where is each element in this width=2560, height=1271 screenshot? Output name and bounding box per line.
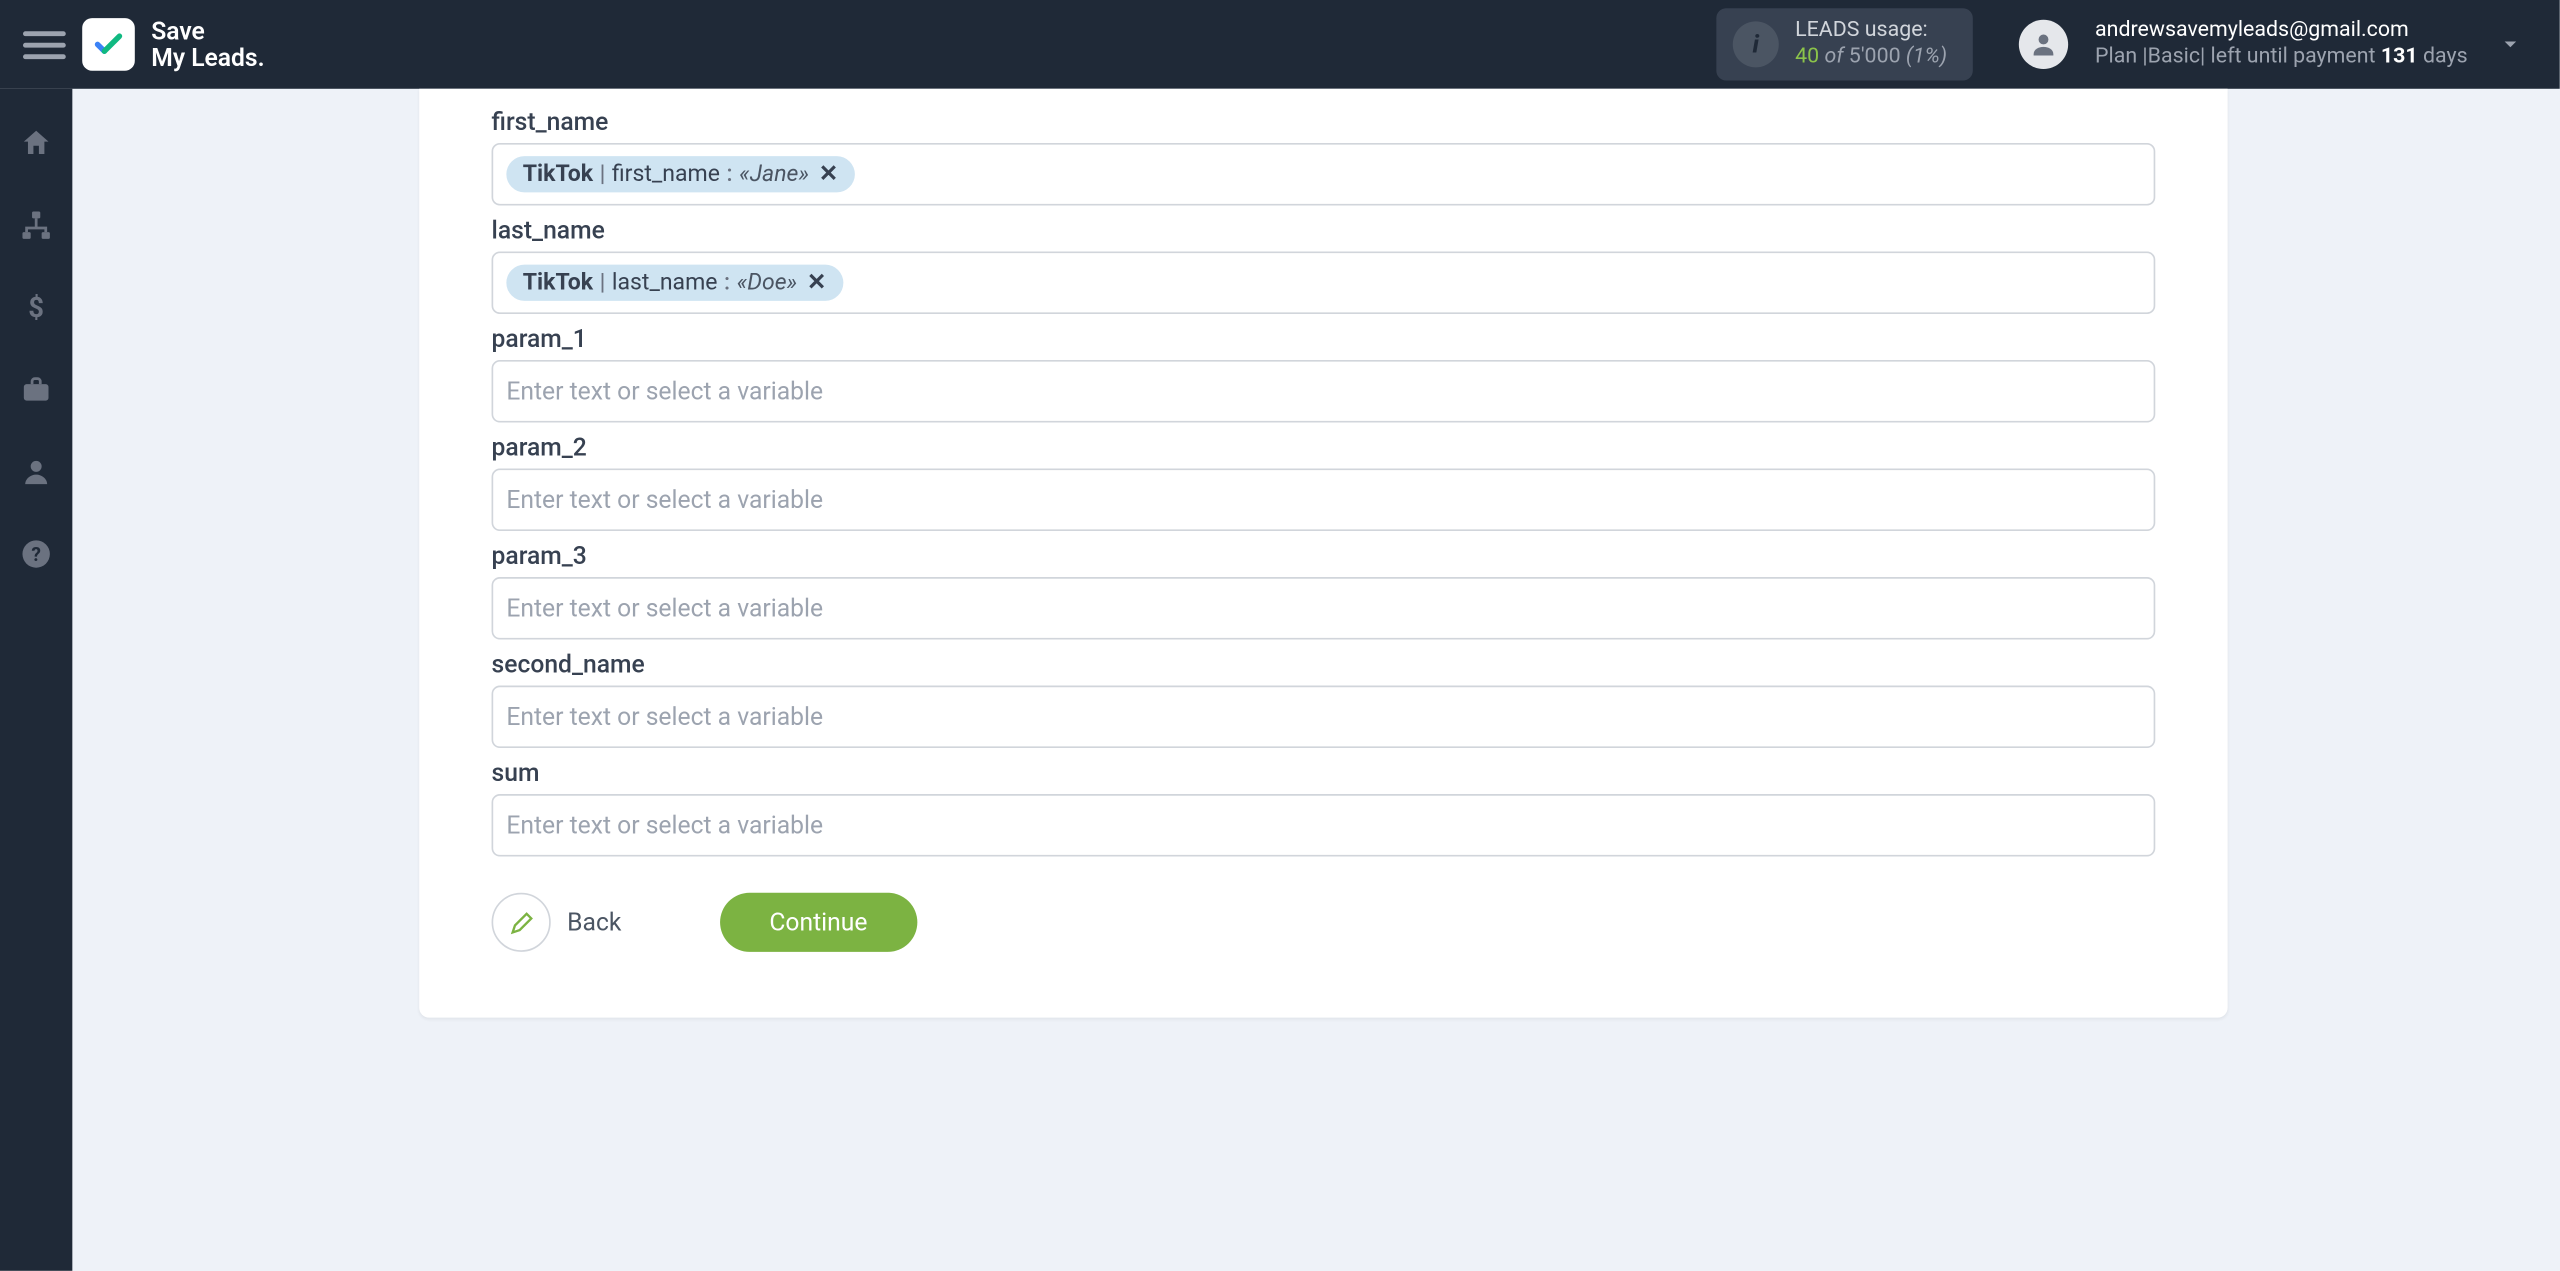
account-plan: Plan |Basic| left until payment 131 days [2095,44,2468,71]
usage-values: 40 of 5'000 (1%) [1795,44,1947,71]
chip-source: TikTok [523,270,593,296]
svg-text:$: $ [28,292,44,324]
form-field: param_2 [492,432,2156,531]
chip-remove-icon[interactable]: ✕ [819,161,838,187]
pencil-icon [492,893,551,952]
home-icon[interactable] [18,125,54,161]
avatar-icon[interactable] [2019,20,2068,69]
form-actions: Back Continue [492,893,2156,952]
field-input[interactable]: TikTok | first_name: «Jane»✕ [492,143,2156,205]
brand-line2: My Leads. [151,44,264,71]
chip-remove-icon[interactable]: ✕ [807,270,826,296]
text-input[interactable] [506,702,2140,732]
chip-source: TikTok [523,161,593,187]
form-field: sum [492,758,2156,857]
menu-icon[interactable] [23,23,66,66]
info-icon: i [1733,21,1779,67]
top-bar: Save My Leads. i LEADS usage: 40 of 5'00… [0,0,2560,89]
back-label: Back [567,907,621,937]
field-input[interactable] [492,686,2156,748]
field-label: param_1 [492,324,2156,354]
logo-icon[interactable] [82,18,135,71]
variable-chip[interactable]: TikTok | first_name: «Jane»✕ [506,156,854,192]
field-input[interactable] [492,360,2156,422]
help-icon[interactable]: ? [18,536,54,572]
sitemap-icon[interactable] [18,207,54,243]
form-card: first_nameTikTok | first_name: «Jane»✕la… [419,89,2227,1018]
text-input[interactable] [506,593,2140,623]
chip-value: «Doe» [737,270,797,296]
chip-key: last_name [612,270,718,296]
form-field: first_nameTikTok | first_name: «Jane»✕ [492,107,2156,206]
field-input[interactable]: TikTok | last_name: «Doe»✕ [492,252,2156,314]
brand-text: Save My Leads. [151,17,264,71]
field-label: first_name [492,107,2156,137]
back-button[interactable]: Back [492,893,622,952]
continue-button[interactable]: Continue [720,893,917,952]
account-email: andrewsavemyleads@gmail.com [2095,18,2468,45]
chevron-down-icon[interactable] [2484,33,2537,56]
field-label: param_3 [492,541,2156,571]
dollar-icon[interactable]: $ [18,289,54,325]
text-input[interactable] [506,810,2140,840]
usage-badge: i LEADS usage: 40 of 5'000 (1%) [1716,8,1973,81]
briefcase-icon[interactable] [18,372,54,408]
form-field: second_name [492,649,2156,748]
usage-label: LEADS usage: [1795,18,1947,45]
account-block[interactable]: andrewsavemyleads@gmail.com Plan |Basic|… [2095,18,2468,71]
field-label: second_name [492,649,2156,679]
field-label: last_name [492,215,2156,245]
field-label: param_2 [492,432,2156,462]
svg-text:?: ? [31,543,41,566]
variable-chip[interactable]: TikTok | last_name: «Doe»✕ [506,265,842,301]
text-input[interactable] [506,485,2140,515]
brand-line1: Save [151,17,264,44]
form-field: param_3 [492,541,2156,640]
form-field: param_1 [492,324,2156,423]
user-icon[interactable] [18,454,54,490]
field-input[interactable] [492,469,2156,531]
text-input[interactable] [506,376,2140,406]
field-label: sum [492,758,2156,788]
chip-key: first_name [612,161,720,187]
chip-value: «Jane» [739,161,809,187]
field-input[interactable] [492,794,2156,856]
field-input[interactable] [492,577,2156,639]
sidebar: $ ? [0,89,72,1271]
form-field: last_nameTikTok | last_name: «Doe»✕ [492,215,2156,314]
